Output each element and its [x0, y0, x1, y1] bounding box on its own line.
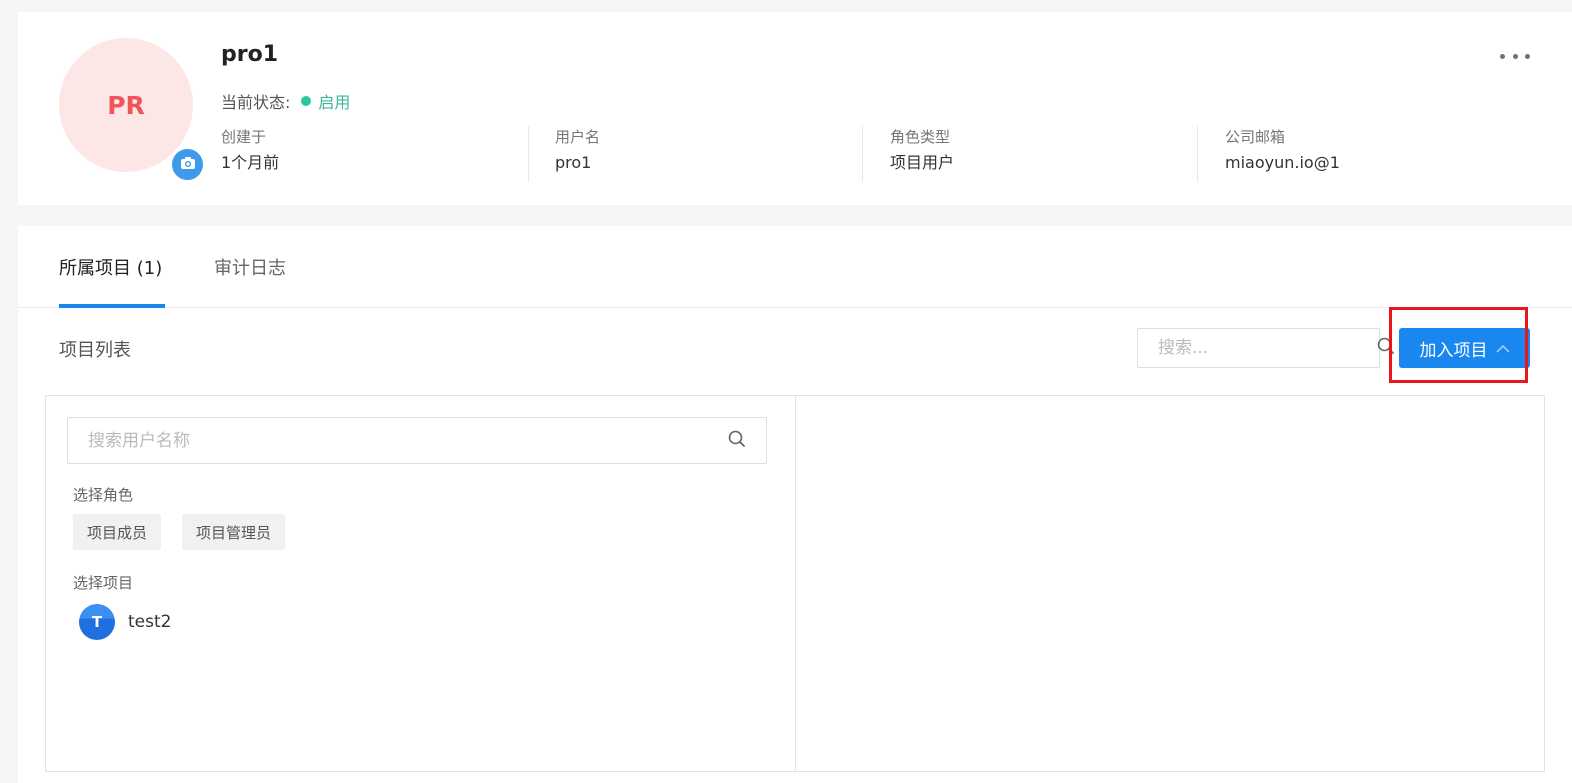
info-username: 用户名 pro1 — [555, 126, 600, 182]
project-avatar: T — [79, 604, 115, 640]
project-name: test2 — [128, 612, 172, 632]
info-label: 角色类型 — [890, 128, 951, 146]
info-role-type: 角色类型 项目用户 — [890, 126, 954, 182]
info-value: 项目用户 — [890, 153, 955, 172]
info-divider — [862, 126, 863, 182]
info-label: 用户名 — [555, 128, 601, 146]
info-value: miaoyun.io@1 — [1225, 153, 1340, 172]
tab-projects[interactable]: 所属项目 (1) — [59, 254, 162, 280]
search-icon[interactable] — [728, 430, 746, 452]
select-project-label: 选择项目 — [73, 574, 134, 592]
status-row: 当前状态: 启用 — [221, 89, 350, 113]
more-dot — [1525, 53, 1530, 59]
panel-divider — [795, 396, 796, 771]
avatar-initials: PR — [107, 90, 145, 120]
more-actions-button[interactable] — [1500, 46, 1530, 66]
more-horizontal-icon — [1500, 53, 1505, 59]
chevron-up-icon — [1495, 344, 1510, 353]
info-divider — [1197, 126, 1198, 182]
join-project-button[interactable]: 加入项目 — [1399, 328, 1530, 368]
project-search-input[interactable] — [1158, 338, 1377, 358]
info-label: 公司邮箱 — [1225, 128, 1286, 146]
user-name-title: pro1 — [221, 42, 279, 67]
project-list-title: 项目列表 — [59, 340, 131, 361]
user-info-row: 创建于 1个月前 用户名 pro1 角色类型 项目用户 公司邮箱 miaoyun… — [221, 126, 1551, 182]
projects-card: 所属项目 (1) 审计日志 项目列表 加入项目 — [18, 226, 1572, 783]
info-label: 创建于 — [221, 128, 267, 146]
info-value: pro1 — [555, 153, 592, 172]
info-value: 1个月前 — [221, 153, 280, 172]
project-search-box[interactable] — [1137, 328, 1394, 368]
status-value: 启用 — [318, 93, 351, 112]
status-label: 当前状态: — [221, 93, 291, 112]
project-initial: T — [91, 613, 103, 631]
active-tab-indicator — [59, 304, 165, 308]
more-dot — [1512, 53, 1518, 59]
info-email: 公司邮箱 miaoyun.io@1 — [1225, 126, 1340, 182]
change-avatar-button[interactable] — [172, 149, 203, 180]
user-search-box[interactable] — [67, 417, 767, 464]
search-icon[interactable] — [1377, 337, 1395, 359]
role-tag-member[interactable]: 项目成员 — [73, 514, 162, 550]
info-created: 创建于 1个月前 — [221, 126, 279, 182]
user-profile-card: PR pro1 当前状态: 启用 创建于 1个月前 用户名 pro1 角色类型 … — [18, 12, 1572, 205]
join-project-panel: 选择角色 项目成员 项目管理员 选择项目 T test2 — [45, 395, 1545, 772]
role-tag-admin[interactable]: 项目管理员 — [182, 514, 286, 550]
info-divider — [528, 126, 529, 182]
tab-audit-log[interactable]: 审计日志 — [214, 254, 286, 280]
project-item-test2[interactable]: T test2 — [79, 604, 171, 640]
join-project-label: 加入项目 — [1419, 340, 1488, 361]
status-dot-icon — [301, 96, 312, 106]
camera-icon — [180, 155, 196, 174]
user-search-input[interactable] — [88, 430, 728, 451]
select-role-label: 选择角色 — [73, 486, 134, 504]
tab-bar: 所属项目 (1) 审计日志 — [18, 226, 1572, 308]
user-avatar: PR — [59, 38, 193, 172]
